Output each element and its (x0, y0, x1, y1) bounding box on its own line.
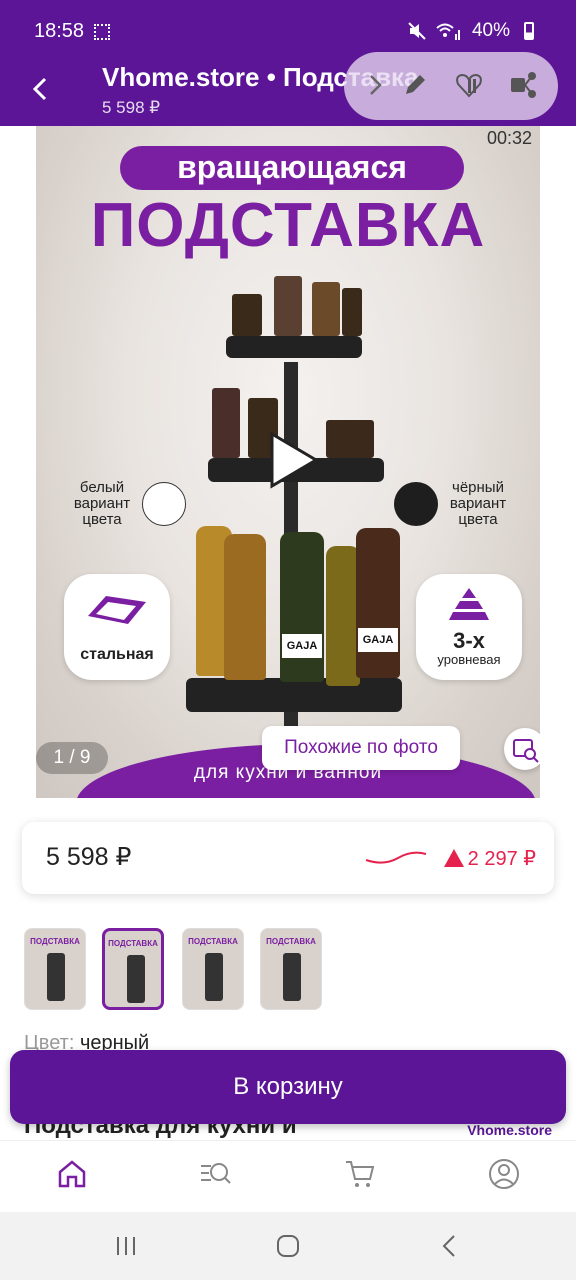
spice-jar (212, 388, 240, 458)
price-card[interactable]: 5 598 ₽ 2 297 ₽ (22, 822, 554, 894)
wifi-signal-icon (436, 23, 460, 40)
product-media[interactable]: 00:32 вращающаяся ПОДСТАВКА GAJA GAJA бе… (36, 126, 540, 798)
black-variant-label: чёрный вариант цвета (449, 479, 507, 528)
thumbnail-title: ПОДСТАВКА (188, 937, 238, 946)
header-price: 5 598 ₽ (102, 98, 161, 117)
video-timer: 00:32 (486, 128, 532, 148)
pen-icon[interactable] (400, 70, 430, 100)
arrow-up-icon (443, 849, 464, 867)
spice-jar (232, 294, 262, 336)
wine-bottle: GAJA (356, 528, 400, 678)
pause-favorite-icon[interactable] (454, 70, 484, 100)
play-icon[interactable] (262, 430, 322, 490)
tiers-badge: 3-х уровневая (416, 574, 522, 680)
white-variant-label: белый вариант цвета (73, 479, 131, 528)
spice-jar (342, 288, 362, 336)
status-icons: 40% (408, 20, 534, 42)
thumbnail-4[interactable]: ПОДСТАВКА (260, 928, 322, 1010)
price-change-value: 2 297 ₽ (467, 848, 536, 870)
steel-badge: стальная (64, 574, 170, 680)
wine-bottle (224, 534, 266, 680)
thumbnail-title: ПОДСТАВКА (108, 939, 158, 948)
bottle-label: GAJA (282, 634, 322, 658)
system-nav (0, 1212, 576, 1280)
current-price: 5 598 ₽ (46, 843, 132, 871)
thumbnail-1[interactable]: ПОДСТАВКА (24, 928, 86, 1010)
back-arrow-icon[interactable] (26, 74, 56, 104)
wine-bottle (326, 546, 360, 686)
price-trend-icon (365, 851, 427, 864)
headline-pill: вращающаяся (120, 146, 464, 190)
similar-by-photo-button[interactable]: Похожие по фото (262, 726, 460, 770)
profile-icon[interactable] (487, 1157, 521, 1191)
back-icon[interactable] (436, 1232, 464, 1260)
pyramid-icon (449, 588, 489, 620)
thumbnail-title: ПОДСТАВКА (30, 937, 80, 946)
thumbnail-2[interactable]: ПОДСТАВКА (102, 928, 164, 1010)
bottom-nav (0, 1140, 576, 1212)
stand-shelf-top (226, 336, 362, 358)
spice-jar (326, 420, 374, 458)
battery-icon (524, 22, 534, 40)
thumbnail-stand (127, 955, 145, 1003)
seller-name[interactable]: Vhome.store (467, 1122, 552, 1138)
tiers-badge-label: уровневая (437, 652, 501, 667)
add-to-cart-button[interactable]: В корзину (10, 1050, 566, 1124)
catalog-search-icon[interactable] (198, 1157, 232, 1191)
black-swatch (394, 482, 438, 526)
white-swatch (142, 482, 186, 526)
cart-icon[interactable] (343, 1157, 377, 1191)
home-icon[interactable] (55, 1157, 89, 1191)
image-counter: 1 / 9 (36, 742, 108, 774)
spice-jar (274, 276, 302, 336)
status-time: 18:58 (34, 20, 85, 42)
steel-bar-icon (88, 596, 146, 624)
thumbnail-3[interactable]: ПОДСТАВКА (182, 928, 244, 1010)
thumbnail-stand (47, 953, 65, 1001)
price-change: 2 297 ₽ (443, 846, 536, 871)
photo-search-icon[interactable] (504, 728, 540, 770)
recents-icon[interactable] (112, 1232, 140, 1260)
spice-jar (312, 282, 340, 336)
thumbnail-stand (205, 953, 223, 1001)
tiers-badge-count: 3-х (453, 628, 485, 653)
thumbnail-stand (283, 953, 301, 1001)
home-button-icon[interactable] (274, 1232, 302, 1260)
thumbnail-title: ПОДСТАВКА (266, 937, 316, 946)
stand-shelf-bottom (186, 678, 402, 712)
bottle-label: GAJA (358, 628, 398, 652)
share-icon[interactable] (508, 70, 538, 100)
wine-bottle: GAJA (280, 532, 324, 682)
steel-badge-label: стальная (80, 646, 154, 663)
chevron-right-icon[interactable] (360, 70, 390, 100)
screenshot-icon (94, 24, 110, 40)
mute-icon (408, 22, 426, 40)
header-actions (344, 52, 558, 120)
headline-title: ПОДСТАВКА (90, 191, 486, 260)
battery-percent: 40% (471, 20, 510, 41)
